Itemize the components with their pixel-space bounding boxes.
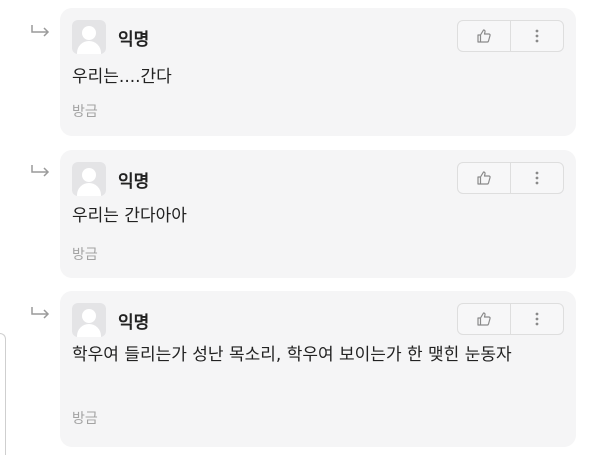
reply-arrow-icon — [31, 307, 50, 319]
comment-card: 익명 우리는....간다 방금 — [60, 8, 576, 136]
thumbs-up-icon — [477, 171, 491, 185]
comment-text: 학우여 들리는가 성난 목소리, 학우여 보이는가 한 맺힌 눈동자 — [72, 345, 512, 365]
more-options-button[interactable] — [510, 21, 563, 51]
comment-timestamp: 방금 — [72, 411, 98, 427]
avatar[interactable] — [72, 303, 106, 337]
comment-timestamp: 방금 — [72, 104, 98, 120]
reply-arrow-icon — [31, 165, 50, 177]
comment-card: 익명 우리는 간다아아 방금 — [60, 150, 576, 278]
comment-header: 익명 — [72, 303, 149, 337]
adjacent-panel-edge — [0, 333, 6, 455]
comment-card: 익명 학우여 들리는가 성난 목소리, 학우여 보이는가 한 맺힌 눈동자 방금 — [60, 291, 576, 447]
thumbs-up-icon — [477, 312, 491, 326]
comment-timestamp: 방금 — [72, 247, 98, 263]
comment-header: 익명 — [72, 162, 149, 196]
like-button[interactable] — [458, 21, 510, 51]
comment-author[interactable]: 익명 — [118, 308, 149, 333]
more-vertical-icon — [535, 171, 539, 185]
avatar[interactable] — [72, 20, 106, 54]
more-vertical-icon — [535, 29, 539, 43]
more-options-button[interactable] — [510, 163, 563, 193]
reply-arrow-icon — [31, 25, 50, 37]
like-button[interactable] — [458, 304, 510, 334]
comment-text: 우리는....간다 — [72, 67, 172, 87]
comment-text: 우리는 간다아아 — [72, 206, 187, 226]
comment-actions — [457, 20, 564, 52]
like-button[interactable] — [458, 163, 510, 193]
thumbs-up-icon — [477, 29, 491, 43]
avatar[interactable] — [72, 162, 106, 196]
comment-actions — [457, 162, 564, 194]
comment-author[interactable]: 익명 — [118, 25, 149, 50]
more-vertical-icon — [535, 312, 539, 326]
comment-author[interactable]: 익명 — [118, 167, 149, 192]
comment-actions — [457, 303, 564, 335]
comment-thread: 익명 우리는....간다 방금 익명 우리는 간다아아 방금 익명 학우여 들리… — [0, 0, 600, 455]
comment-header: 익명 — [72, 20, 149, 54]
more-options-button[interactable] — [510, 304, 563, 334]
